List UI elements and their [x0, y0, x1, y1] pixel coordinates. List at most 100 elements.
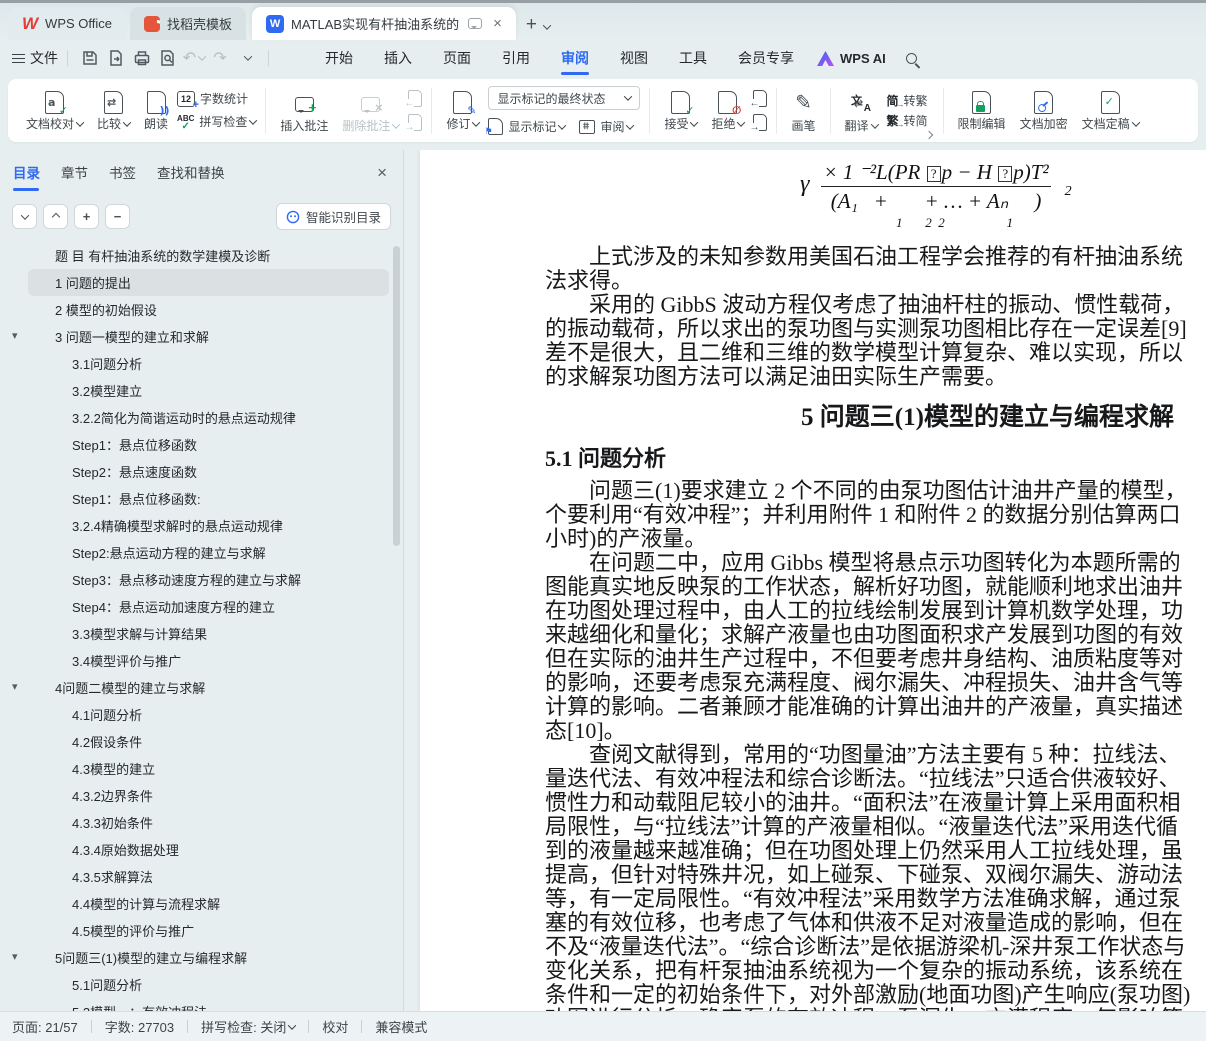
- toc-item[interactable]: ▾ 5问题三(1)模型的建立与编程求解: [12, 944, 389, 971]
- toc-item[interactable]: ▾ 3.2.2简化为简谐运动时的悬点运动规律: [28, 404, 389, 431]
- spell-check-status[interactable]: 拼写检查: 关闭: [201, 1017, 297, 1036]
- to-traditional-button[interactable]: 简 → 转繁: [887, 95, 928, 109]
- show-markup-button[interactable]: ⚑ 显示标记: [484, 118, 567, 137]
- word-count-status[interactable]: 字数: 27703: [105, 1017, 174, 1036]
- smart-toc-button[interactable]: 智能识别目录: [275, 203, 391, 230]
- word-count-button[interactable]: 12 + 字数统计: [177, 91, 256, 111]
- toc-item[interactable]: ▾ 3.4模型评价与推广: [28, 647, 389, 674]
- track-changes-button[interactable]: ✎ 修订: [441, 89, 484, 132]
- undo-caret-icon[interactable]: [197, 52, 207, 61]
- translate-button[interactable]: 文 A ⇄ 翻译: [840, 88, 883, 134]
- ribbon-tab[interactable]: 会员专享: [737, 42, 795, 74]
- print-preview-button[interactable]: [155, 46, 181, 70]
- sidebar-tab[interactable]: 查找和替换: [157, 162, 225, 191]
- toc-item[interactable]: ▾ 4.3.4原始数据处理: [28, 836, 389, 863]
- expand-all-button[interactable]: [12, 204, 37, 229]
- collapse-all-button[interactable]: [43, 204, 68, 229]
- toc-item[interactable]: ▾ 3.2模型建立: [28, 377, 389, 404]
- markup-state-select[interactable]: 显示标记的最终状态: [488, 86, 641, 110]
- new-tab-button[interactable]: +: [526, 15, 537, 34]
- toc-item[interactable]: ▾ 5.1问题分析: [28, 971, 389, 998]
- toc-item[interactable]: ▾ 题 目 有杆抽油系统的数学建模及诊断: [28, 242, 389, 269]
- document-page[interactable]: γ × 1 ⁻²L(PR ? p − H ? p)T² (A₁ + + … + Aₙ…: [420, 150, 1206, 1011]
- toc-item[interactable]: ▾ 4.3模型的建立: [28, 755, 389, 782]
- delete-comment-button[interactable]: × 删除批注: [337, 88, 404, 134]
- toc-item[interactable]: ▾ Step4：悬点运动加速度方程的建立: [28, 593, 389, 620]
- doc-proof-button[interactable]: a ✓ 文档校对: [21, 89, 88, 132]
- divider: [187, 1020, 189, 1033]
- encrypt-button[interactable]: 文档加密: [1015, 89, 1073, 132]
- tab-list-caret-icon[interactable]: [542, 21, 552, 30]
- toc-item[interactable]: ▾ 4.3.5求解算法: [28, 863, 389, 890]
- toc-item[interactable]: ▾ Step1：悬点位移函数: [28, 431, 389, 458]
- previous-change-icon[interactable]: ←: [749, 90, 768, 109]
- toc-item[interactable]: ▾ Step2：悬点速度函数: [28, 458, 389, 485]
- read-aloud-button[interactable]: )) 朗读: [139, 89, 173, 132]
- toc-item[interactable]: ▾ 5.2模型一：有效冲程法: [28, 998, 389, 1011]
- toc-item[interactable]: ▾ 4.2假设条件: [28, 728, 389, 755]
- toc-item[interactable]: ▾ 1 问题的提出: [28, 269, 389, 296]
- toc-item[interactable]: ▾ 3.2.4精确模型求解时的悬点运动规律: [28, 512, 389, 539]
- ribbon-tab[interactable]: 引用: [501, 42, 531, 74]
- sidebar-scrollbar[interactable]: [393, 246, 400, 546]
- collapse-arrow-icon[interactable]: ▾: [12, 950, 18, 963]
- ribbon-tab[interactable]: 页面: [442, 42, 472, 74]
- toc-item[interactable]: ▾ 4.4模型的计算与流程求解: [28, 890, 389, 917]
- toc-item[interactable]: ▾ Step2:悬点运动方程的建立与求解: [28, 539, 389, 566]
- undo-button[interactable]: ↶: [181, 46, 207, 70]
- doc-chat-icon[interactable]: [468, 18, 483, 29]
- tab-docer-templates[interactable]: 找稻壳模板: [130, 7, 247, 40]
- group-expand-icon[interactable]: [924, 130, 933, 140]
- save-button[interactable]: [77, 46, 103, 70]
- insert-comment-button[interactable]: + 插入批注: [275, 88, 333, 134]
- close-tab-icon[interactable]: ×: [493, 16, 502, 31]
- toc-item[interactable]: ▾ 4.5模型的评价与推广: [28, 917, 389, 944]
- export-button[interactable]: [103, 46, 129, 70]
- toc-item[interactable]: ▾ 4.1问题分析: [28, 701, 389, 728]
- collapse-arrow-icon[interactable]: ▾: [12, 329, 18, 342]
- ribbon-tab[interactable]: 开始: [324, 42, 354, 74]
- tab-wps-home[interactable]: W WPS Office: [8, 7, 126, 40]
- brush-button[interactable]: ✎ 画笔: [786, 88, 820, 134]
- spell-check-button[interactable]: ABC ✓ 拼写检查: [177, 115, 258, 131]
- zoom-out-toc-button[interactable]: −: [105, 204, 130, 229]
- restrict-edit-button[interactable]: 限制编辑: [953, 89, 1011, 132]
- print-button[interactable]: [129, 46, 155, 70]
- ribbon-tab[interactable]: 工具: [678, 42, 708, 74]
- sidebar-tab[interactable]: 书签: [109, 162, 136, 191]
- ribbon-tab[interactable]: 审阅: [560, 42, 590, 75]
- to-simplified-button[interactable]: 繁 → 转简: [887, 115, 928, 129]
- sidebar-tab[interactable]: 目录: [13, 162, 40, 191]
- redo-button[interactable]: ↷: [207, 46, 233, 70]
- wps-ai-button[interactable]: WPS AI: [817, 50, 886, 66]
- ribbon-tab[interactable]: 视图: [619, 42, 649, 74]
- ribbon-tab[interactable]: 插入: [383, 42, 413, 74]
- previous-comment-icon[interactable]: ←: [404, 90, 423, 109]
- toc-item[interactable]: ▾ Step1：悬点位移函数:: [28, 485, 389, 512]
- accept-button[interactable]: ✓ 接受: [659, 89, 702, 132]
- next-comment-icon[interactable]: →: [404, 114, 423, 133]
- proofread-button[interactable]: 校对: [322, 1017, 348, 1036]
- compare-button[interactable]: ⇄ 比较: [92, 89, 135, 132]
- toc-item[interactable]: ▾ 4.3.2边界条件: [28, 782, 389, 809]
- tab-document[interactable]: W MATLAB实现有杆抽油系统的 ×: [252, 7, 516, 40]
- search-icon[interactable]: [905, 52, 917, 64]
- reject-button[interactable]: ∅ 拒绝: [706, 89, 749, 132]
- toc-item[interactable]: ▾ 4问题二模型的建立与求解: [12, 674, 389, 701]
- quick-access-more-button[interactable]: [233, 46, 259, 70]
- toc-item[interactable]: ▾ 2 模型的初始假设: [28, 296, 389, 323]
- next-change-icon[interactable]: →: [749, 114, 768, 133]
- toc-item[interactable]: ▾ 4.3.3初始条件: [28, 809, 389, 836]
- review-panel-button[interactable]: 𐄹 审阅: [579, 118, 635, 135]
- toc-item[interactable]: ▾ 3.1问题分析: [28, 350, 389, 377]
- close-sidebar-icon[interactable]: ×: [377, 164, 387, 189]
- toc-item[interactable]: ▾ 3 问题一模型的建立和求解: [12, 323, 389, 350]
- collapse-arrow-icon[interactable]: ▾: [12, 680, 18, 693]
- file-menu-button[interactable]: 文件: [12, 48, 58, 68]
- toc-item[interactable]: ▾ 3.3模型求解与计算结果: [28, 620, 389, 647]
- zoom-in-toc-button[interactable]: +: [74, 204, 99, 229]
- page-indicator[interactable]: 页面: 21/57: [12, 1017, 78, 1036]
- toc-item[interactable]: ▾ Step3：悬点移动速度方程的建立与求解: [28, 566, 389, 593]
- sidebar-tab[interactable]: 章节: [61, 162, 88, 191]
- finalize-button[interactable]: ✓ 文档定稿: [1077, 89, 1144, 132]
